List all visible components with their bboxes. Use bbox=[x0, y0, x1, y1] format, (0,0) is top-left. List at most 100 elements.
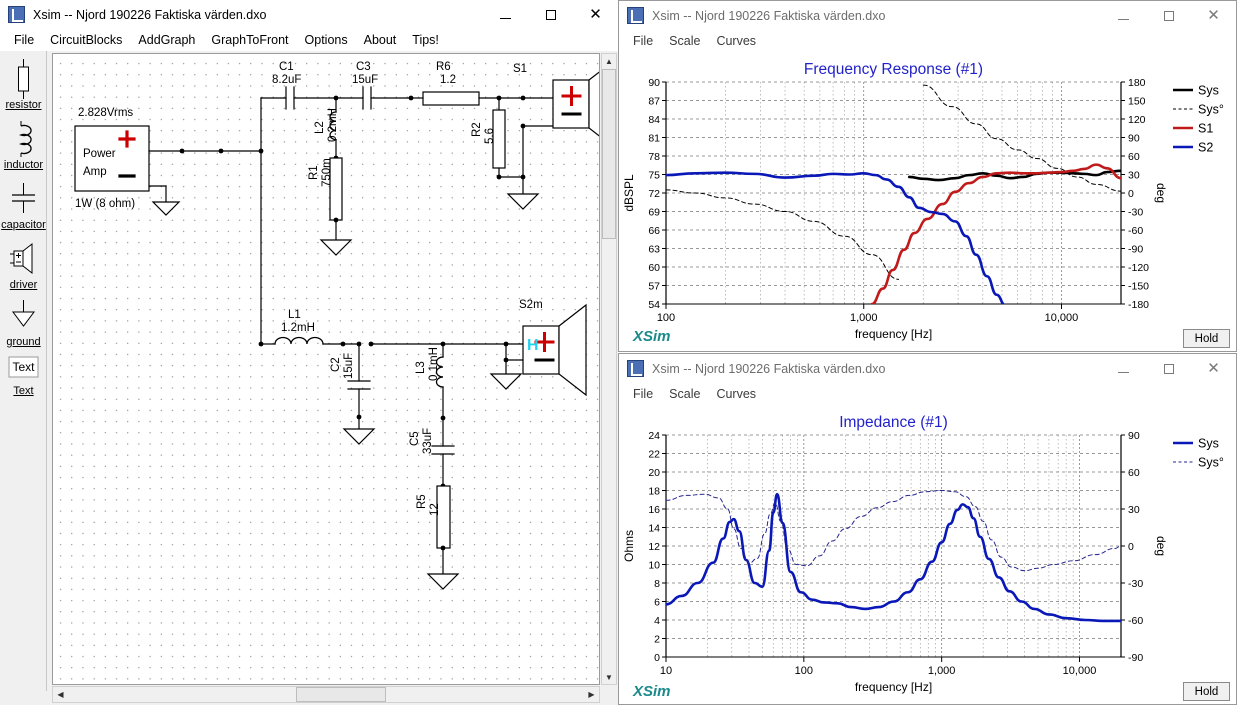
palette-label-resistor: resistor bbox=[5, 99, 42, 111]
svg-text:Power: Power bbox=[83, 148, 116, 160]
menu-addgraph[interactable]: AddGraph bbox=[130, 31, 203, 49]
svg-text:60: 60 bbox=[1128, 467, 1140, 479]
main-window-controls: ✕ bbox=[483, 0, 618, 29]
close-button[interactable]: ✕ bbox=[1191, 354, 1236, 383]
scroll-left-button[interactable]: ◀ bbox=[53, 687, 68, 702]
svg-text:100: 100 bbox=[795, 665, 813, 677]
svg-text:8.2uF: 8.2uF bbox=[272, 74, 301, 86]
svg-text:24: 24 bbox=[648, 430, 660, 442]
svg-text:Text: Text bbox=[12, 360, 35, 374]
palette-item-text-box[interactable]: Text bbox=[0, 355, 47, 379]
svg-text:S2: S2 bbox=[1198, 141, 1213, 155]
svg-text:deg: deg bbox=[1154, 536, 1168, 556]
imp-titlebar: Xsim -- Njord 190226 Faktiska värden.dxo… bbox=[619, 354, 1236, 383]
close-button[interactable]: ✕ bbox=[573, 0, 618, 29]
svg-text:0: 0 bbox=[654, 652, 660, 664]
horizontal-scroll-thumb[interactable] bbox=[296, 687, 386, 702]
svg-text:5.6: 5.6 bbox=[484, 128, 496, 144]
svg-text:-150: -150 bbox=[1128, 281, 1149, 293]
svg-text:-180: -180 bbox=[1128, 299, 1149, 311]
svg-text:18: 18 bbox=[648, 486, 660, 498]
menu-tips[interactable]: Tips! bbox=[404, 31, 447, 49]
svg-text:10: 10 bbox=[660, 665, 672, 677]
xsim-app-icon bbox=[627, 360, 644, 377]
scroll-right-button[interactable]: ▶ bbox=[584, 687, 599, 702]
minimize-button[interactable] bbox=[1101, 354, 1146, 383]
menu-scale[interactable]: Scale bbox=[661, 32, 708, 50]
palette-label-driver: driver bbox=[9, 279, 38, 291]
svg-text:10: 10 bbox=[648, 560, 660, 572]
svg-text:-60: -60 bbox=[1128, 225, 1143, 237]
svg-text:0: 0 bbox=[1128, 188, 1134, 200]
svg-text:0: 0 bbox=[1128, 541, 1134, 553]
scroll-up-button[interactable]: ▲ bbox=[602, 54, 616, 68]
canvas-vertical-scrollbar[interactable]: ▲ ▼ bbox=[601, 53, 617, 685]
frequency-response-chart: 54 57 60 63 66 69 72 75 78 81 84 87 90 -180 -150 -120 -9… bbox=[622, 61, 1224, 341]
schematic-canvas[interactable]: H 2.828Vrms Power Amp 1W (8 ohm) C1 8.2u… bbox=[52, 53, 600, 685]
vertical-scroll-thumb[interactable] bbox=[602, 69, 616, 239]
menu-curves[interactable]: Curves bbox=[708, 32, 764, 50]
svg-text:L3: L3 bbox=[415, 361, 427, 374]
frequency-response-window: Xsim -- Njord 190226 Faktiska värden.dxo… bbox=[618, 0, 1237, 352]
menu-graphtofront[interactable]: GraphToFront bbox=[203, 31, 296, 49]
menu-file[interactable]: File bbox=[625, 32, 661, 50]
freq-titlebar: Xsim -- Njord 190226 Faktiska värden.dxo… bbox=[619, 1, 1236, 30]
svg-text:S2m: S2m bbox=[519, 299, 543, 311]
palette-item-resistor[interactable]: resistor bbox=[0, 59, 47, 111]
freq-plot-area[interactable]: 54 57 60 63 66 69 72 75 78 81 84 87 90 -180 -150 -120 -9… bbox=[619, 52, 1236, 351]
palette-item-ground[interactable]: ground bbox=[0, 296, 47, 348]
xsim-app-icon bbox=[8, 6, 25, 23]
main-window-title: Xsim -- Njord 190226 Faktiska värden.dxo bbox=[33, 7, 267, 22]
svg-text:S1: S1 bbox=[513, 63, 527, 75]
minimize-button[interactable] bbox=[483, 0, 528, 29]
svg-text:-60: -60 bbox=[1128, 615, 1143, 627]
menu-file[interactable]: File bbox=[6, 31, 42, 49]
svg-text:8: 8 bbox=[654, 578, 660, 590]
hold-button[interactable]: Hold bbox=[1183, 329, 1230, 348]
canvas-horizontal-scrollbar[interactable]: ◀ ▶ bbox=[52, 686, 600, 703]
menu-curves[interactable]: Curves bbox=[708, 385, 764, 403]
palette-item-inductor[interactable]: inductor bbox=[0, 119, 47, 171]
svg-text:-90: -90 bbox=[1128, 244, 1143, 256]
menu-options[interactable]: Options bbox=[297, 31, 356, 49]
svg-text:C5: C5 bbox=[409, 431, 421, 446]
hold-button[interactable]: Hold bbox=[1183, 682, 1230, 701]
scroll-down-button[interactable]: ▼ bbox=[602, 670, 616, 684]
maximize-button[interactable] bbox=[1146, 354, 1191, 383]
svg-text:33uF: 33uF bbox=[422, 428, 434, 454]
svg-text:C3: C3 bbox=[356, 61, 371, 73]
svg-text:84: 84 bbox=[648, 114, 660, 126]
menu-about[interactable]: About bbox=[356, 31, 405, 49]
svg-text:C2: C2 bbox=[330, 357, 342, 372]
maximize-button[interactable] bbox=[1146, 1, 1191, 30]
menu-scale[interactable]: Scale bbox=[661, 385, 708, 403]
svg-text:Sys°: Sys° bbox=[1198, 103, 1224, 117]
palette-item-text-label[interactable]: Text bbox=[0, 385, 47, 397]
capacitor-icon bbox=[0, 179, 47, 219]
svg-text:12: 12 bbox=[429, 503, 441, 516]
svg-text:22: 22 bbox=[648, 449, 660, 461]
svg-text:Ohms: Ohms bbox=[622, 530, 636, 562]
svg-text:S1: S1 bbox=[1198, 122, 1213, 136]
svg-text:0.1mH: 0.1mH bbox=[428, 347, 440, 381]
close-button[interactable]: ✕ bbox=[1191, 1, 1236, 30]
svg-text:15uF: 15uF bbox=[352, 74, 378, 86]
palette-item-driver[interactable]: driver bbox=[0, 239, 47, 291]
minimize-button[interactable] bbox=[1101, 1, 1146, 30]
svg-text:0.2mH: 0.2mH bbox=[327, 108, 339, 142]
menu-circuitblocks[interactable]: CircuitBlocks bbox=[42, 31, 130, 49]
svg-text:60: 60 bbox=[648, 262, 660, 274]
svg-text:12: 12 bbox=[648, 541, 660, 553]
imp-plot-area[interactable]: 0 2 4 6 8 10 12 14 16 18 20 22 24 -90 -60 -30 0 30 60 90 10 1… bbox=[619, 405, 1236, 704]
menu-file[interactable]: File bbox=[625, 385, 661, 403]
main-menubar: File CircuitBlocks AddGraph GraphToFront… bbox=[0, 29, 618, 51]
svg-text:R5: R5 bbox=[416, 494, 428, 509]
maximize-button[interactable] bbox=[528, 0, 573, 29]
ground-icon bbox=[0, 296, 47, 336]
palette-label-capacitor: capacitor bbox=[1, 219, 46, 231]
svg-text:66: 66 bbox=[648, 225, 660, 237]
svg-text:Amp: Amp bbox=[83, 166, 107, 178]
palette-item-capacitor[interactable]: capacitor bbox=[0, 179, 47, 231]
svg-text:1.2: 1.2 bbox=[440, 74, 456, 86]
imp-menubar: File Scale Curves bbox=[619, 383, 1236, 405]
